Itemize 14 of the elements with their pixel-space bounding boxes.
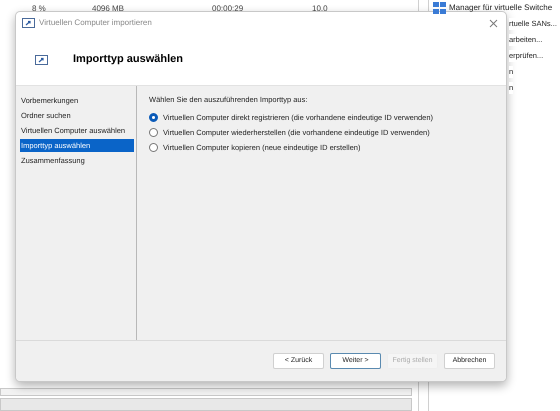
radio-button[interactable]: [149, 113, 158, 122]
window-title: Virtuellen Computer importieren: [39, 17, 152, 29]
page-heading: Importtyp auswählen: [73, 52, 184, 68]
grid-icon: [433, 2, 446, 14]
radio-button[interactable]: [149, 128, 158, 138]
window-icon: [22, 18, 35, 28]
table-cell-text: 00:00:29: [212, 3, 244, 15]
close-icon[interactable]: [489, 18, 498, 28]
wizard-icon: [35, 54, 48, 64]
radio-button[interactable]: [149, 143, 158, 152]
table-cell-text: 8 %: [32, 3, 47, 15]
table-cell-text: 4096 MB: [92, 3, 126, 15]
action-link[interactable]: Manager für virtuelle Switche: [449, 2, 552, 14]
table-cell-text: 10.0: [312, 3, 329, 15]
